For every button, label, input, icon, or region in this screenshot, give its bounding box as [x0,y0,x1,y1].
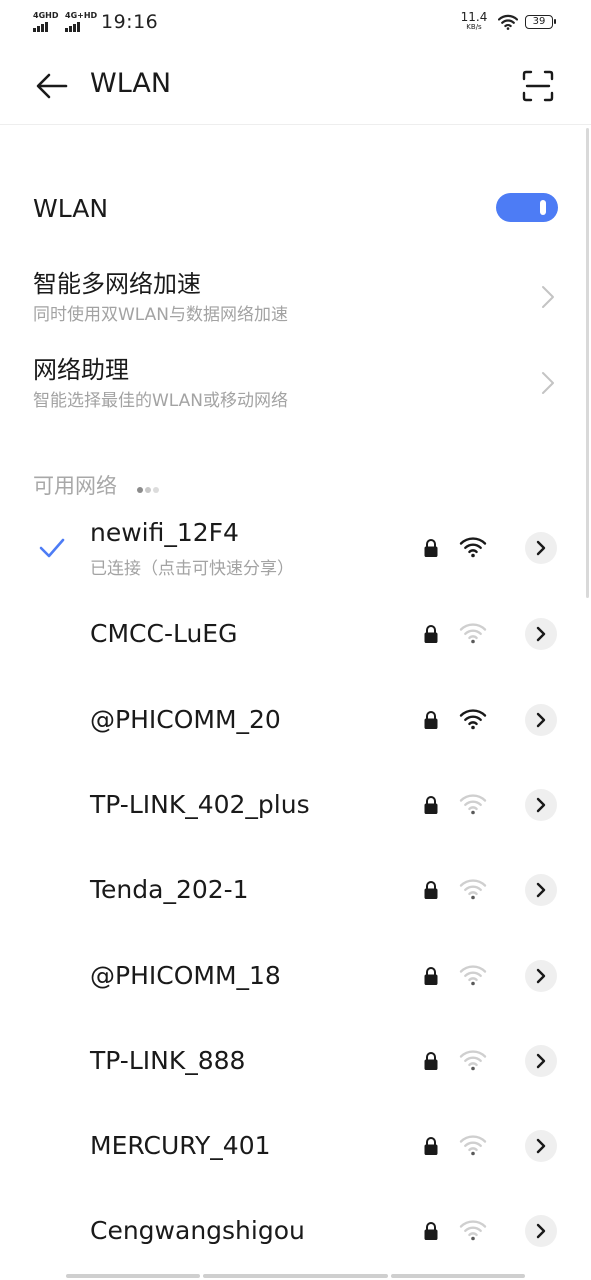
network-item[interactable]: Tenda_202-1 [0,846,591,931]
setting-network-assistant[interactable]: 网络助理 智能选择最佳的WLAN或移动网络 [0,350,591,422]
lock-icon [424,796,438,814]
wifi-signal-icon [459,1220,487,1241]
signal-label-sim1: 4GHD [33,11,59,20]
signal-indicator-sim1: 4GHD [33,12,58,32]
header-divider [0,124,591,125]
lock-icon [424,1052,438,1070]
network-item[interactable]: CMCC-LuEG [0,590,591,675]
chevron-right-icon [536,1223,546,1239]
page-title: WLAN [90,68,172,99]
lock-icon [424,711,438,729]
network-speed: 11.4 KB/s [458,11,490,31]
network-name: @PHICOMM_18 [90,961,281,990]
wifi-signal-icon [459,709,487,730]
wlan-toggle-row[interactable]: WLAN [0,178,591,238]
network-name: Cengwangshigou [90,1216,305,1245]
wlan-switch[interactable] [496,193,558,222]
scan-icon [522,70,554,102]
setting-subtitle: 同时使用双WLAN与数据网络加速 [33,305,289,325]
wifi-signal-icon [459,794,487,815]
connected-check-icon [39,538,65,558]
chevron-right-icon [536,712,546,728]
back-arrow-icon [36,73,68,99]
battery-icon: 39 [525,15,556,29]
network-item[interactable]: Cengwangshigou [0,1187,591,1272]
wifi-signal-icon [459,879,487,900]
wlan-toggle-label: WLAN [33,194,109,223]
chevron-right-icon [536,968,546,984]
lock-icon [424,1137,438,1155]
network-details-button[interactable] [525,618,557,650]
wlan-switch-knob [540,200,546,215]
back-button[interactable] [30,66,74,106]
battery-level: 39 [532,16,546,27]
network-item[interactable]: @PHICOMM_18 [0,932,591,1017]
chevron-right-icon [536,626,546,642]
network-name: @PHICOMM_20 [90,705,281,734]
network-name: MERCURY_401 [90,1131,271,1160]
network-details-button[interactable] [525,874,557,906]
scan-button[interactable] [518,66,558,106]
signal-label-sim2: 4G+HD [65,11,98,20]
network-item[interactable]: newifi_12F4 已连接（点击可快速分享） [0,505,591,590]
network-name: newifi_12F4 [90,518,239,547]
network-details-button[interactable] [525,960,557,992]
lock-icon [424,967,438,985]
network-details-button[interactable] [525,704,557,736]
network-details-button[interactable] [525,532,557,564]
network-details-button[interactable] [525,1215,557,1247]
chevron-right-icon [536,1053,546,1069]
chevron-right-icon [536,797,546,813]
network-name: CMCC-LuEG [90,619,238,648]
network-details-button[interactable] [525,1130,557,1162]
network-name: Tenda_202-1 [90,875,249,904]
wifi-status-icon [497,14,519,34]
lock-icon [424,625,438,643]
scanning-indicator-icon [137,478,161,497]
network-speed-value: 11.4 [460,10,488,24]
network-item[interactable]: MERCURY_401 [0,1102,591,1187]
lock-icon [424,539,438,557]
chevron-right-icon [542,286,554,308]
chevron-right-icon [536,882,546,898]
available-networks-header: 可用网络 [33,474,117,498]
signal-bars-icon [33,22,58,32]
network-item[interactable]: TP-LINK_888 [0,1017,591,1102]
setting-subtitle: 智能选择最佳的WLAN或移动网络 [33,391,289,411]
lock-icon [424,1222,438,1240]
setting-title: 智能多网络加速 [33,270,201,298]
setting-multi-network-acceleration[interactable]: 智能多网络加速 同时使用双WLAN与数据网络加速 [0,264,591,336]
network-item[interactable]: TP-LINK_402_plus [0,761,591,846]
network-item[interactable]: @PHICOMM_20 [0,676,591,761]
wifi-signal-icon [459,537,487,558]
network-speed-unit: KB/s [466,23,482,31]
status-time: 19:16 [101,11,159,33]
chevron-right-icon [536,540,546,556]
signal-indicator-sim2: 4G+HD [65,12,97,32]
app-header: WLAN [0,46,591,124]
wifi-signal-icon [459,1050,487,1071]
network-status: 已连接（点击可快速分享） [90,559,294,579]
network-name: TP-LINK_402_plus [90,790,310,819]
signal-bars-icon [65,22,97,32]
wifi-signal-icon [459,623,487,644]
network-name: TP-LINK_888 [90,1046,246,1075]
lock-icon [424,881,438,899]
status-bar: 4GHD 4G+HD 19:16 11.4 KB/s 39 [0,0,591,46]
chevron-right-icon [536,1138,546,1154]
wifi-signal-icon [459,965,487,986]
wifi-signal-icon [459,1135,487,1156]
chevron-right-icon [542,372,554,394]
setting-title: 网络助理 [33,356,129,384]
network-details-button[interactable] [525,1045,557,1077]
network-details-button[interactable] [525,789,557,821]
